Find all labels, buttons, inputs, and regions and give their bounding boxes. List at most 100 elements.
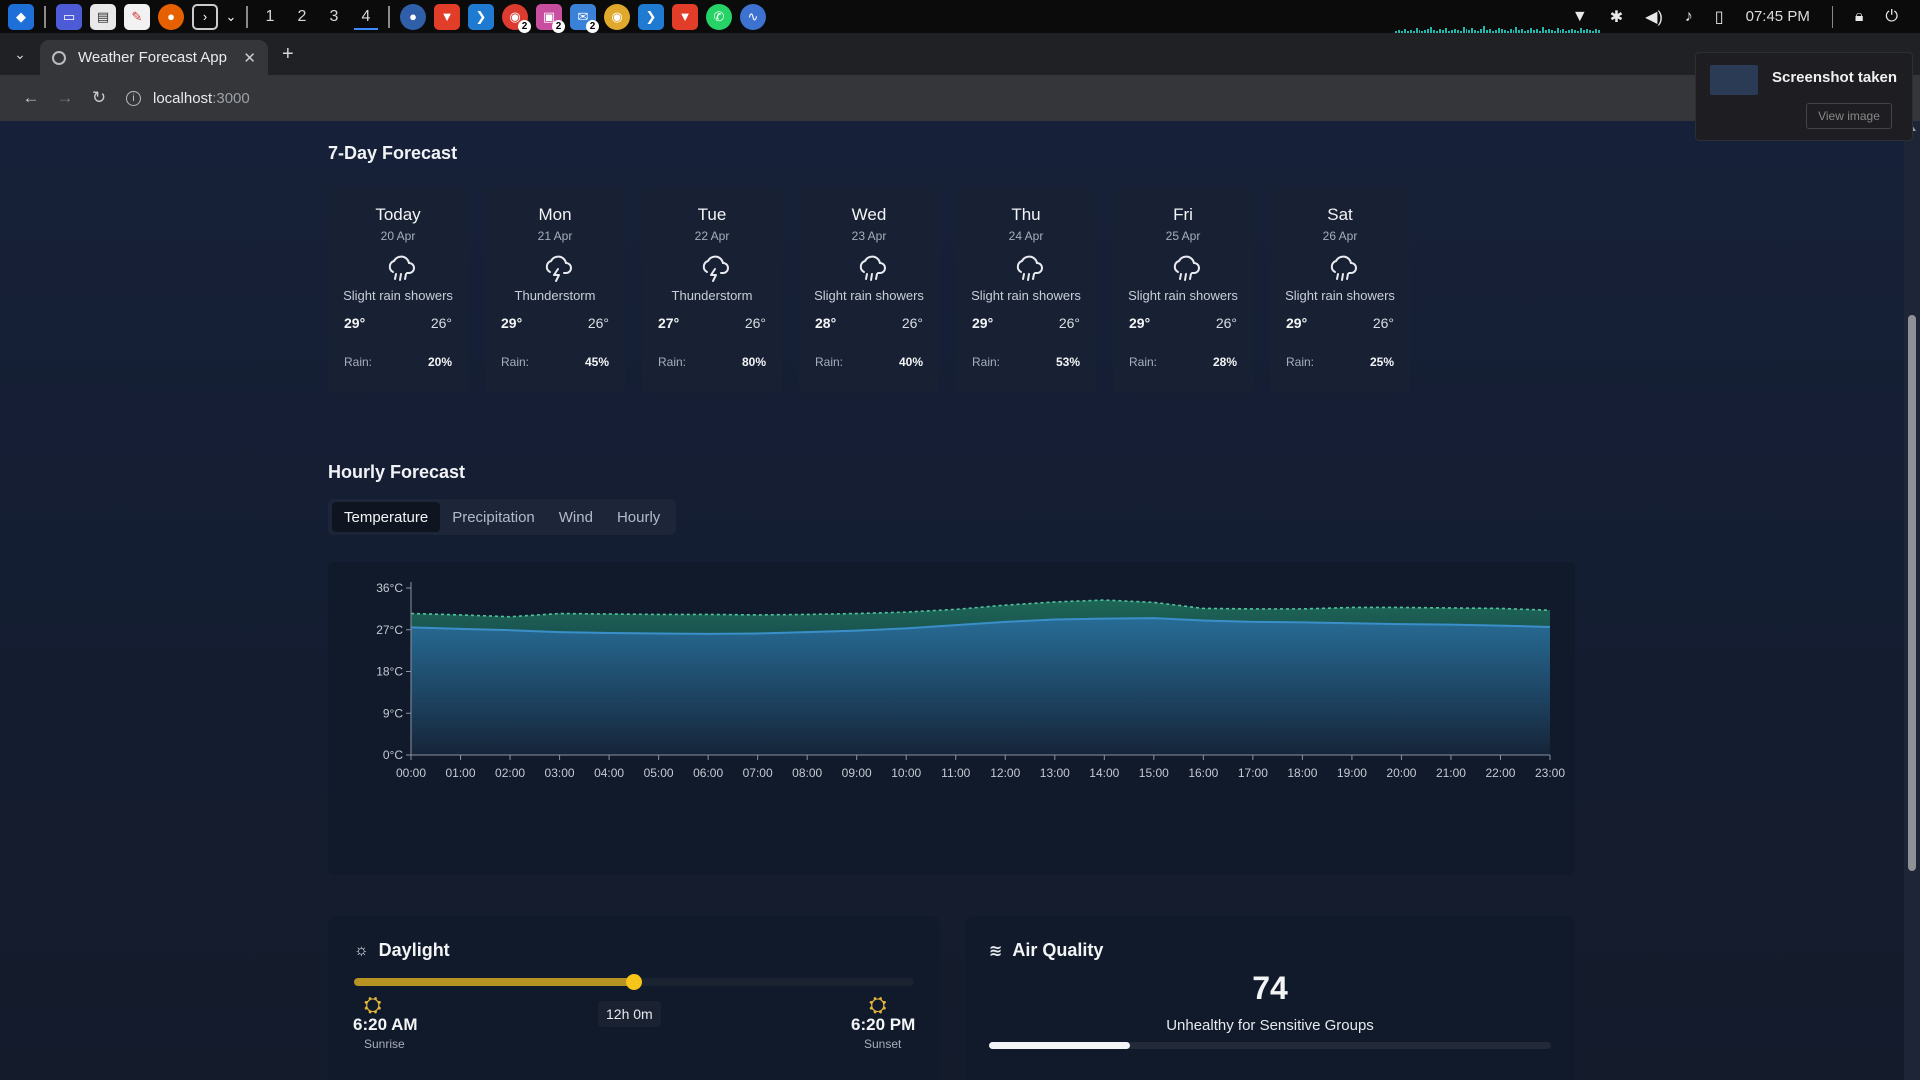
desktop-icon[interactable]: ▭ bbox=[56, 3, 82, 30]
workspace-3[interactable]: 3 bbox=[318, 0, 350, 33]
back-arrow-icon[interactable]: ← bbox=[14, 88, 48, 108]
day-low-temp: 26° bbox=[1372, 315, 1394, 331]
page-scrollbar[interactable] bbox=[1904, 121, 1920, 1080]
vscode-icon[interactable]: ❯ bbox=[638, 3, 664, 30]
terminal-icon[interactable]: › bbox=[192, 3, 218, 30]
air-quality-card: ≋ Air Quality 74 Unhealthy for Sensitive… bbox=[965, 916, 1575, 1080]
new-tab-button[interactable]: + bbox=[282, 43, 294, 66]
day-date: 20 Apr bbox=[380, 229, 416, 243]
lock-icon[interactable]: 🔒︎ bbox=[1855, 8, 1864, 26]
day-low-temp: 26° bbox=[1215, 315, 1237, 331]
weather-app-page: 7-Day Forecast Today 20 Apr Slight rain sh… bbox=[0, 121, 1904, 1080]
tab-wind[interactable]: Wind bbox=[547, 502, 605, 532]
tab-hourly[interactable]: Hourly bbox=[605, 502, 672, 532]
hourly-forecast-title: Hourly Forecast bbox=[328, 462, 466, 482]
day-card[interactable]: Wed 23 Apr Slight rain showers 28° 26° Rain: 4… bbox=[799, 187, 939, 393]
chrome-icon[interactable]: ◉ bbox=[604, 3, 630, 30]
text-editor-icon[interactable]: ✎ bbox=[124, 3, 150, 30]
workspace-4[interactable]: 4 bbox=[350, 0, 382, 33]
x-tick-label: 09:00 bbox=[842, 766, 872, 780]
rain-label: Rain: bbox=[344, 355, 373, 369]
day-condition: Thunderstorm bbox=[671, 288, 753, 303]
day-condition: Slight rain showers bbox=[343, 288, 453, 303]
daylight-progress-fill bbox=[354, 978, 634, 986]
x-tick-label: 01:00 bbox=[446, 766, 476, 780]
clipboard-icon[interactable]: ▯ bbox=[1715, 7, 1724, 27]
bluetooth-icon[interactable]: ✱ bbox=[1610, 7, 1623, 27]
bitwarden-icon[interactable]: ● bbox=[400, 3, 426, 30]
activity-icon[interactable]: ∿ bbox=[740, 3, 766, 30]
y-tick-label: 18°C bbox=[376, 665, 403, 679]
day-date: 23 Apr bbox=[851, 229, 887, 243]
window-count-badge: 2 bbox=[518, 19, 531, 33]
brave-icon[interactable]: ▼ bbox=[434, 3, 460, 30]
firefox-icon[interactable]: ● bbox=[158, 3, 184, 30]
workspace-2[interactable]: 2 bbox=[286, 0, 318, 33]
address-bar[interactable]: i localhost:3000 bbox=[126, 90, 250, 107]
x-tick-label: 19:00 bbox=[1337, 766, 1367, 780]
window-count-badge: 2 bbox=[586, 19, 599, 33]
whatsapp-icon[interactable]: ✆ bbox=[706, 3, 732, 30]
files-icon[interactable]: ▤ bbox=[90, 3, 116, 30]
vscode-icon[interactable]: ❯ bbox=[468, 3, 494, 30]
day-name: Today bbox=[375, 205, 421, 224]
url-host: localhost bbox=[153, 89, 213, 107]
tab-temperature[interactable]: Temperature bbox=[332, 502, 441, 532]
workspace-1[interactable]: 1 bbox=[254, 0, 286, 33]
taskbar-separator bbox=[246, 5, 248, 28]
url-port: :3000 bbox=[212, 89, 250, 107]
image-viewer-icon[interactable]: ▣ 2 bbox=[536, 3, 565, 33]
site-info-icon[interactable]: i bbox=[126, 90, 141, 106]
x-tick-label: 03:00 bbox=[545, 766, 575, 780]
power-icon[interactable]: ⏻ bbox=[1885, 8, 1898, 26]
taskbar-separator bbox=[44, 5, 46, 28]
day-date: 26 Apr bbox=[1322, 229, 1358, 243]
forward-arrow-icon[interactable]: → bbox=[48, 88, 82, 108]
day-card[interactable]: Thu 24 Apr Slight rain showers 29° 26° Rain: 5… bbox=[956, 187, 1096, 393]
rain-chance: 25% bbox=[1369, 355, 1394, 369]
day-card[interactable]: Sat 26 Apr Slight rain showers 29° 26° Rain: 2… bbox=[1270, 187, 1410, 393]
day-card[interactable]: Mon 21 Apr Thunderstorm 29° 26° Rain: 45% bbox=[485, 187, 625, 393]
rain-label: Rain: bbox=[1129, 355, 1158, 369]
x-tick-label: 02:00 bbox=[495, 766, 525, 780]
launcher-icon[interactable]: ◆ bbox=[8, 3, 34, 30]
system-tray: ▼ ✱ ◀) ♪ ▯ 07:45 PM 🔒︎ ⏻ bbox=[1572, 0, 1920, 33]
temperature-area bbox=[411, 618, 1550, 755]
brave-icon[interactable]: ▼ bbox=[672, 3, 698, 30]
day-length-badge: 12h 0m bbox=[598, 1001, 661, 1027]
view-image-button[interactable]: View image bbox=[1806, 103, 1892, 129]
notification-bell-icon[interactable]: ♪ bbox=[1685, 8, 1693, 26]
tab-title: Weather Forecast App bbox=[78, 49, 227, 66]
network-activity-graph bbox=[1395, 16, 1600, 33]
day-name: Thu bbox=[1011, 205, 1041, 224]
chevron-down-icon[interactable]: ⌄ bbox=[226, 4, 237, 30]
y-tick-label: 36°C bbox=[376, 581, 403, 595]
clock[interactable]: 07:45 PM bbox=[1746, 8, 1810, 25]
y-tick-label: 9°C bbox=[383, 706, 403, 720]
scrollbar-thumb[interactable] bbox=[1908, 315, 1916, 871]
browser-tab[interactable]: Weather Forecast App ✕ bbox=[40, 40, 268, 75]
day-high-temp: 29° bbox=[1286, 315, 1308, 331]
wifi-icon[interactable]: ▼ bbox=[1572, 8, 1588, 26]
sun-icon: ☼ bbox=[354, 941, 369, 959]
tab-precipitation[interactable]: Precipitation bbox=[440, 502, 547, 532]
day-card[interactable]: Tue 22 Apr Thunderstorm 27° 26° Rain: 80% bbox=[642, 187, 782, 393]
day-card[interactable]: Today 20 Apr Slight rain showers 29° 26° Rain… bbox=[328, 187, 468, 393]
rain-label: Rain: bbox=[1286, 355, 1315, 369]
chrome-icon[interactable]: ◉ 2 bbox=[502, 3, 531, 33]
day-high-temp: 29° bbox=[972, 315, 994, 331]
mail-icon[interactable]: ✉ 2 bbox=[570, 3, 599, 33]
tab-search-chevron-icon[interactable]: ⌄ bbox=[8, 42, 32, 66]
reload-icon[interactable]: ↻ bbox=[82, 88, 116, 108]
daylight-progress-track bbox=[354, 974, 914, 990]
seven-day-forecast-title: 7-Day Forecast bbox=[328, 143, 458, 163]
x-tick-label: 21:00 bbox=[1436, 766, 1466, 780]
screenshot-thumbnail[interactable] bbox=[1710, 65, 1758, 95]
volume-icon[interactable]: ◀) bbox=[1645, 7, 1663, 27]
day-high-temp: 27° bbox=[658, 315, 680, 331]
close-tab-icon[interactable]: ✕ bbox=[243, 49, 256, 67]
day-name: Fri bbox=[1173, 205, 1193, 224]
day-card[interactable]: Fri 25 Apr Slight rain showers 29° 26° Rain: 2… bbox=[1113, 187, 1253, 393]
rain-chance: 53% bbox=[1055, 355, 1080, 369]
rain-chance: 28% bbox=[1212, 355, 1237, 369]
